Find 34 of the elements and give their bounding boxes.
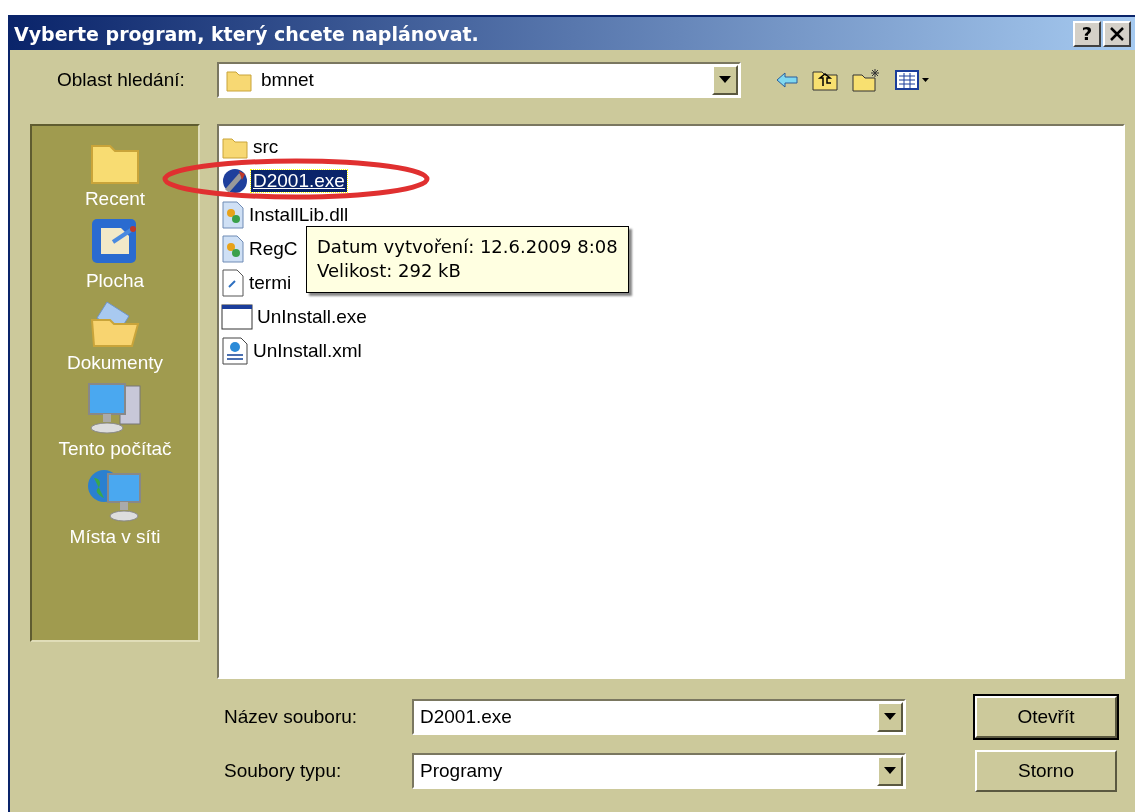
file-name[interactable]: termi: [247, 272, 294, 294]
dropdown-arrow-icon[interactable]: [719, 76, 731, 84]
close-icon: [1110, 26, 1124, 41]
document-icon: [221, 269, 245, 297]
file-name[interactable]: InstallLib.dll: [247, 204, 351, 226]
tooltip-line: Datum vytvoření: 12.6.2009 8:08: [317, 235, 618, 259]
file-name-dropdown[interactable]: D2001.exe: [412, 699, 906, 735]
dropdown-arrow-icon[interactable]: [884, 713, 896, 721]
back-arrow-icon[interactable]: [775, 71, 799, 89]
file-name[interactable]: src: [251, 136, 281, 158]
window-title: Vyberte program, který chcete naplánovat.: [14, 22, 480, 45]
file-name[interactable]: D2001.exe: [251, 170, 347, 192]
wrench-icon: [221, 167, 249, 195]
web-document-icon: [221, 337, 249, 365]
look-in-label: Oblast hledání:: [57, 69, 186, 91]
computer-icon: [86, 380, 144, 436]
tooltip-line: Velikost: 292 kB: [317, 259, 462, 284]
gear-file-icon: [221, 235, 245, 263]
dialog-button[interactable]: Otevřít: [975, 696, 1117, 738]
file-type-dropdown[interactable]: Programy: [412, 753, 906, 789]
help-button[interactable]: ?: [1073, 20, 1101, 47]
up-folder-icon[interactable]: [811, 68, 839, 92]
window-icon: [221, 304, 253, 330]
look-in-dropdown[interactable]: bmnet: [217, 62, 741, 98]
file-name[interactable]: UnInstall.xml: [251, 340, 364, 362]
file-name[interactable]: RegC: [247, 238, 300, 260]
dialog-button[interactable]: Storno: [975, 750, 1117, 792]
close-button[interactable]: [1103, 20, 1131, 47]
gear-file-icon: [221, 201, 245, 229]
file-name[interactable]: UnInstall.exe: [255, 306, 369, 328]
file-type-label: Soubory typu:: [224, 760, 343, 782]
file-name-label: Název souboru:: [224, 706, 359, 728]
dropdown-arrow-icon[interactable]: [884, 767, 896, 775]
view-menu-icon[interactable]: [895, 69, 931, 91]
